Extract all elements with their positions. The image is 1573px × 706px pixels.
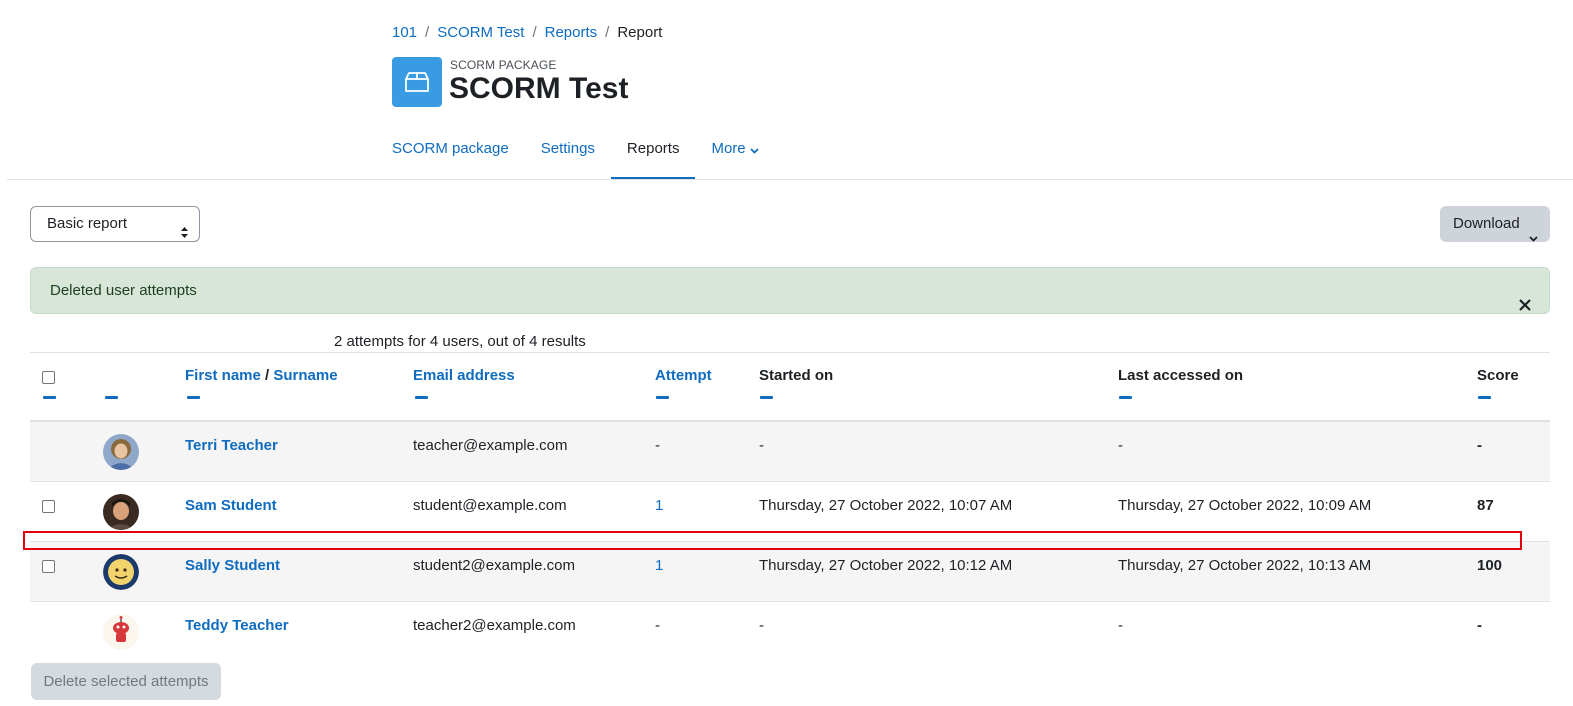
last-accessed-cell: Thursday, 27 October 2022, 10:09 AM xyxy=(1118,497,1372,514)
chevron-down-icon xyxy=(750,128,759,171)
breadcrumb-link-course[interactable]: 101 xyxy=(392,24,417,41)
email-cell: student@example.com xyxy=(413,497,567,514)
email-cell: student2@example.com xyxy=(413,557,575,574)
breadcrumb-separator: / xyxy=(532,24,537,41)
started-cell: - xyxy=(759,437,764,454)
select-all-checkbox[interactable] xyxy=(42,371,55,384)
tab-more[interactable]: More xyxy=(695,127,774,180)
nav-divider xyxy=(7,179,1573,180)
success-alert: Deleted user attempts xyxy=(30,267,1550,314)
activity-type-label: SCORM PACKAGE xyxy=(450,58,557,72)
results-summary: 2 attempts for 4 users, out of 4 results xyxy=(334,333,586,350)
tab-label: SCORM package xyxy=(392,140,509,157)
score-cell: 100 xyxy=(1477,557,1503,574)
started-cell: Thursday, 27 October 2022, 10:12 AM xyxy=(759,557,1013,574)
table-header: First name / Surname Email address Attem… xyxy=(30,352,1550,422)
breadcrumb-link-reports[interactable]: Reports xyxy=(545,24,598,41)
tab-label: Reports xyxy=(626,140,680,157)
score-cell: - xyxy=(1477,617,1482,634)
highlight-box xyxy=(23,531,1522,550)
delete-selected-attempts-button[interactable]: Delete selected attempts xyxy=(31,663,221,700)
last-accessed-cell: - xyxy=(1118,437,1123,454)
tab-scorm-package[interactable]: SCORM package xyxy=(376,127,525,180)
avatar[interactable] xyxy=(103,554,139,590)
breadcrumb: 101 / SCORM Test / Reports / Report xyxy=(392,24,662,42)
email-cell: teacher@example.com xyxy=(413,437,568,454)
attempt-link[interactable]: 1 xyxy=(655,557,663,574)
name-separator: / xyxy=(265,367,270,384)
sort-attempt-link[interactable]: Attempt xyxy=(655,367,712,384)
alert-message: Deleted user attempts xyxy=(50,282,197,299)
collapse-column-icon[interactable] xyxy=(415,396,428,399)
table-row: Terri Teacher teacher@example.com - - - … xyxy=(30,422,1550,482)
report-type-value: Basic report xyxy=(47,215,128,232)
score-cell: 87 xyxy=(1477,497,1494,514)
table-row: Sally Student student2@example.com 1 Thu… xyxy=(30,542,1550,602)
sort-first-name-link[interactable]: First name xyxy=(185,367,261,384)
column-header-last-accessed: Last accessed on xyxy=(1118,367,1244,384)
column-header-score: Score xyxy=(1477,367,1519,384)
user-name-link[interactable]: Teddy Teacher xyxy=(185,617,289,634)
started-cell: - xyxy=(759,617,764,634)
tab-reports[interactable]: Reports xyxy=(610,127,696,180)
tab-label: More xyxy=(711,140,746,157)
row-select-checkbox[interactable] xyxy=(42,500,55,513)
breadcrumb-separator: / xyxy=(425,24,430,41)
breadcrumb-current: Report xyxy=(617,24,663,41)
download-label: Download xyxy=(1453,215,1520,232)
last-accessed-cell: - xyxy=(1118,617,1123,634)
download-button[interactable]: Download xyxy=(1440,206,1550,242)
collapse-column-icon[interactable] xyxy=(1119,396,1132,399)
report-type-select[interactable]: Basic report xyxy=(30,206,200,242)
attempt-cell: - xyxy=(655,437,660,454)
score-cell: - xyxy=(1477,437,1482,454)
chevron-down-icon xyxy=(1529,220,1538,256)
table-row: Teddy Teacher teacher2@example.com - - -… xyxy=(30,602,1550,662)
attempts-table: First name / Surname Email address Attem… xyxy=(30,352,1550,662)
close-icon[interactable] xyxy=(1519,284,1531,329)
breadcrumb-separator: / xyxy=(605,24,610,41)
breadcrumb-link-activity[interactable]: SCORM Test xyxy=(437,24,524,41)
page-title: SCORM Test xyxy=(449,72,629,105)
column-header-started: Started on xyxy=(759,367,834,384)
sort-email-link[interactable]: Email address xyxy=(413,367,515,384)
collapse-column-icon[interactable] xyxy=(760,396,773,399)
column-header-name: First name / Surname xyxy=(185,367,338,384)
sort-surname-link[interactable]: Surname xyxy=(273,367,337,384)
avatar[interactable] xyxy=(103,494,139,530)
secondary-nav: SCORM package Settings Reports More xyxy=(376,127,775,180)
collapse-column-icon[interactable] xyxy=(187,396,200,399)
row-select-checkbox[interactable] xyxy=(42,560,55,573)
user-name-link[interactable]: Sally Student xyxy=(185,557,280,574)
select-arrows-icon xyxy=(180,218,189,252)
user-name-link[interactable]: Terri Teacher xyxy=(185,437,278,454)
tab-settings[interactable]: Settings xyxy=(525,127,611,180)
collapse-column-icon[interactable] xyxy=(43,396,56,399)
attempt-cell: - xyxy=(655,617,660,634)
attempt-link[interactable]: 1 xyxy=(655,497,663,514)
last-accessed-cell: Thursday, 27 October 2022, 10:13 AM xyxy=(1118,557,1372,574)
user-name-link[interactable]: Sam Student xyxy=(185,497,277,514)
package-icon xyxy=(392,57,442,107)
avatar[interactable] xyxy=(103,614,139,650)
started-cell: Thursday, 27 October 2022, 10:07 AM xyxy=(759,497,1013,514)
collapse-column-icon[interactable] xyxy=(656,396,669,399)
avatar[interactable] xyxy=(103,434,139,470)
email-cell: teacher2@example.com xyxy=(413,617,576,634)
collapse-column-icon[interactable] xyxy=(105,396,118,399)
tab-label: Settings xyxy=(540,140,595,157)
collapse-column-icon[interactable] xyxy=(1478,396,1491,399)
